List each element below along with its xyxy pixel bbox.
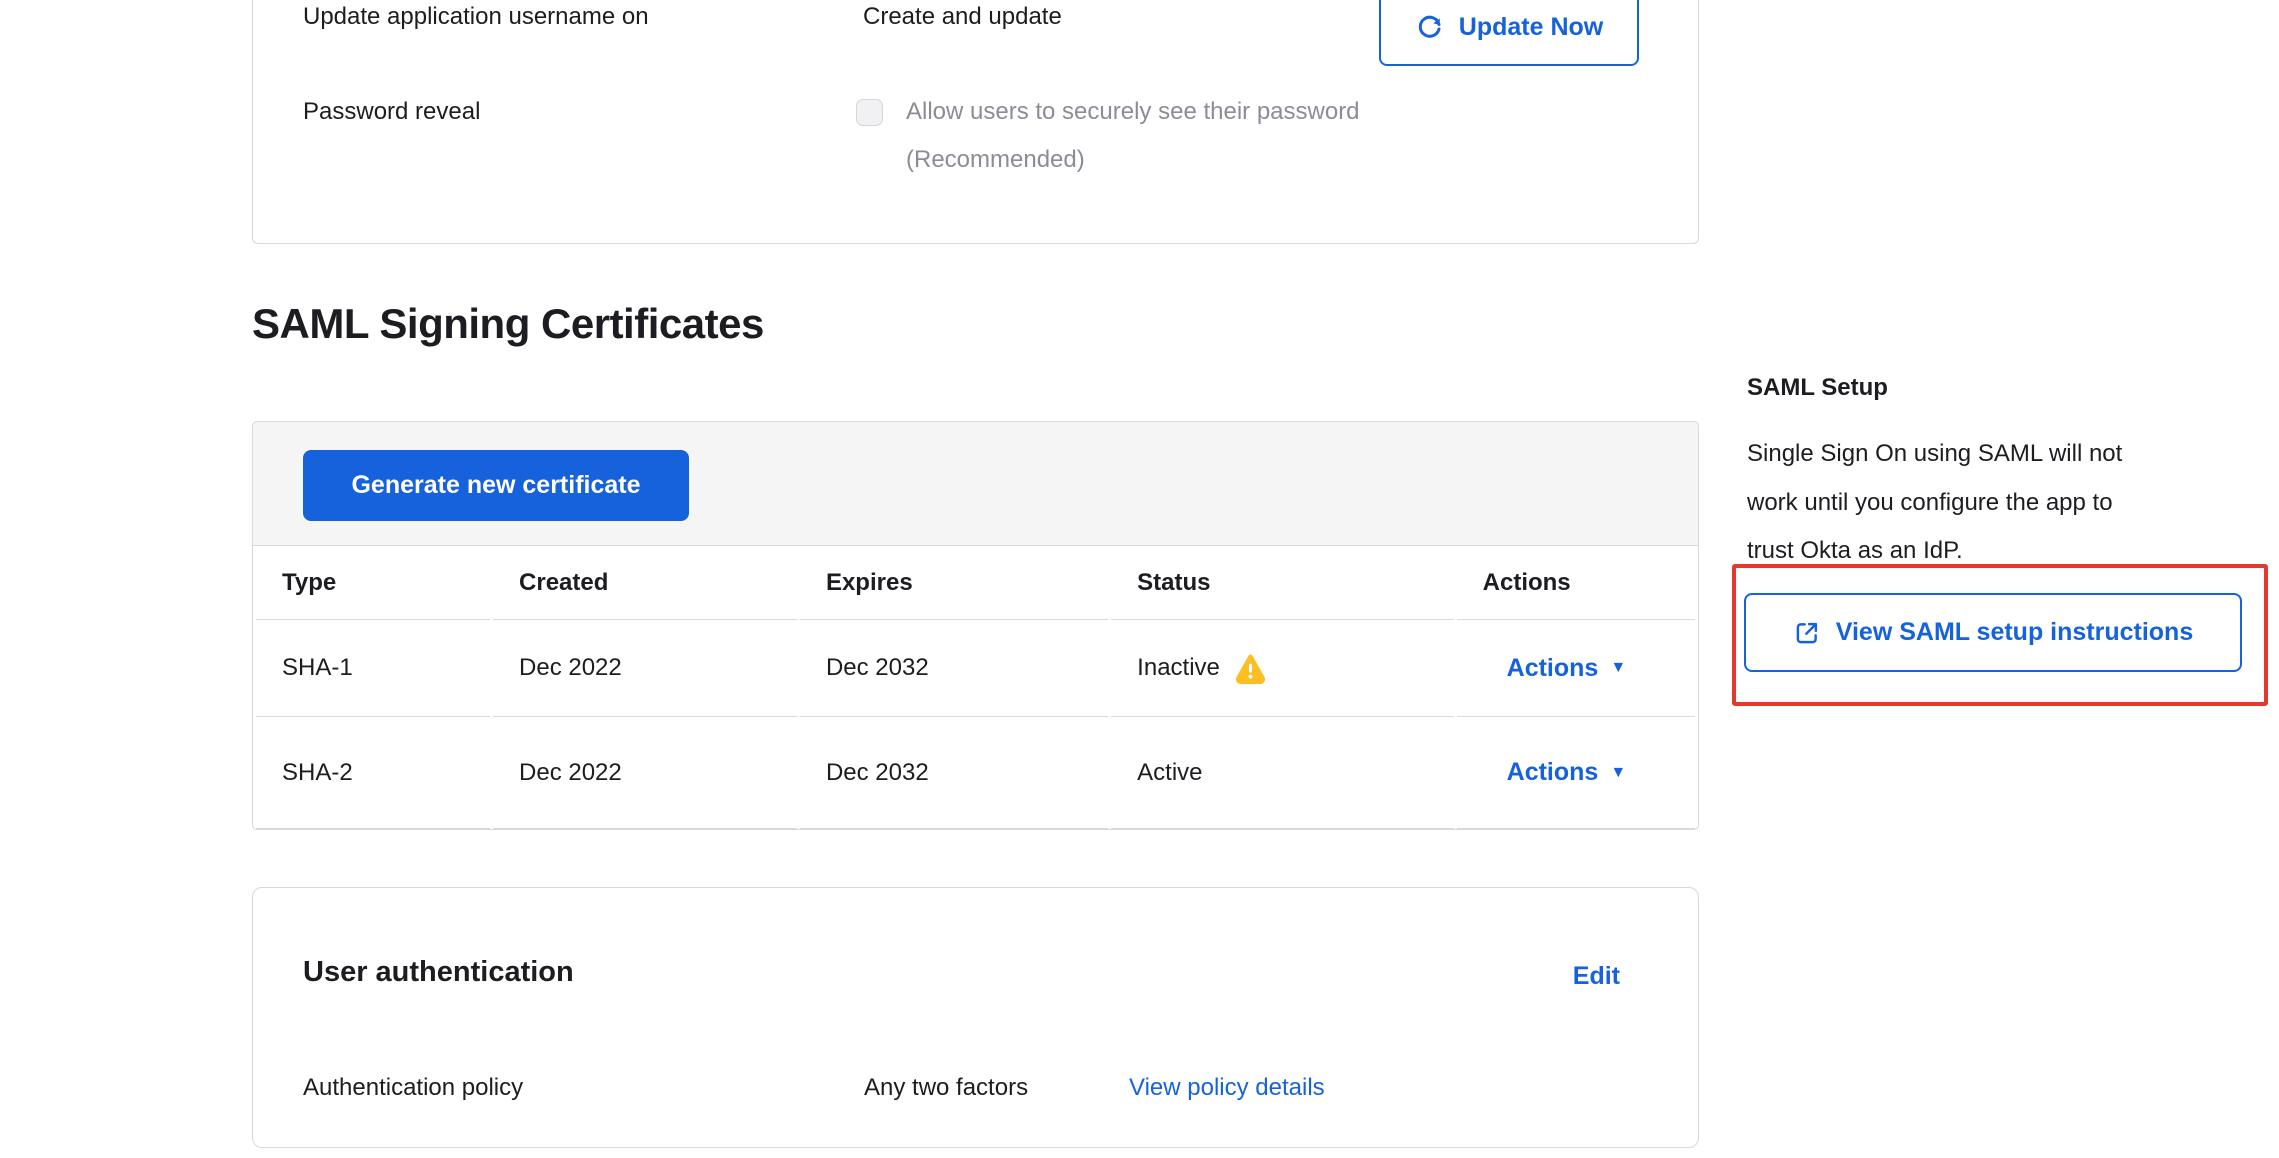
checkbox-label-line2: (Recommended) <box>906 146 1085 174</box>
section-heading: SAML Signing Certificates <box>252 300 764 348</box>
authentication-policy-label: Authentication policy <box>303 1074 523 1102</box>
update-username-label: Update application username on <box>303 3 649 31</box>
user-authentication-heading: User authentication <box>303 956 574 989</box>
cell-actions: Actions ▼ <box>1457 620 1695 717</box>
actions-menu-button[interactable]: Actions ▼ <box>1507 654 1627 683</box>
app-settings-card: Update application username on Create an… <box>252 0 1699 244</box>
view-saml-setup-instructions-label: View SAML setup instructions <box>1836 618 2193 647</box>
update-now-button[interactable]: Update Now <box>1379 0 1639 66</box>
certificates-toolbar: Generate new certificate <box>253 422 1698 546</box>
external-link-icon <box>1793 619 1821 647</box>
password-reveal-label: Password reveal <box>303 98 480 126</box>
password-reveal-checkbox[interactable] <box>856 99 883 126</box>
cell-created: Dec 2022 <box>493 717 797 829</box>
saml-setup-heading: SAML Setup <box>1747 374 1888 402</box>
actions-label: Actions <box>1507 654 1599 683</box>
caret-down-icon: ▼ <box>1610 659 1626 677</box>
col-header-actions: Actions <box>1457 546 1695 620</box>
authentication-policy-value: Any two factors <box>864 1074 1028 1102</box>
cell-status: Active <box>1111 717 1453 829</box>
cell-actions: Actions ▼ <box>1457 717 1695 829</box>
table-row: SHA-1 Dec 2022 Dec 2032 Inactive <box>256 620 1695 717</box>
page: Update application username on Create an… <box>0 0 2279 1158</box>
table-row: SHA-2 Dec 2022 Dec 2032 Active Actions ▼ <box>256 717 1695 829</box>
view-policy-details-link[interactable]: View policy details <box>1129 1074 1325 1102</box>
actions-label: Actions <box>1507 758 1599 787</box>
warning-triangle-icon <box>1234 653 1267 684</box>
saml-setup-description-line: Single Sign On using SAML will not <box>1747 439 2122 469</box>
cell-expires: Dec 2032 <box>800 717 1108 829</box>
checkbox-label-line1: Allow users to securely see their passwo… <box>906 98 1360 126</box>
actions-menu-button[interactable]: Actions ▼ <box>1507 758 1627 787</box>
edit-link[interactable]: Edit <box>1573 962 1620 991</box>
view-saml-setup-instructions-button[interactable]: View SAML setup instructions <box>1744 593 2242 672</box>
cell-type: SHA-2 <box>256 717 490 829</box>
saml-setup-description-line: work until you configure the app to <box>1747 488 2113 518</box>
col-header-type: Type <box>256 546 490 620</box>
cell-status: Inactive <box>1111 620 1453 717</box>
col-header-status: Status <box>1111 546 1453 620</box>
col-header-created: Created <box>493 546 797 620</box>
status-text: Active <box>1137 759 1202 787</box>
update-username-value: Create and update <box>863 3 1062 31</box>
cell-type: SHA-1 <box>256 620 490 717</box>
cell-created: Dec 2022 <box>493 620 797 717</box>
update-now-label: Update Now <box>1459 13 1603 42</box>
generate-certificate-button[interactable]: Generate new certificate <box>303 450 689 521</box>
cell-expires: Dec 2032 <box>800 620 1108 717</box>
certificates-table: Type Created Expires Status Actions SHA-… <box>253 546 1698 829</box>
certificates-card: Generate new certificate Type Created Ex… <box>252 421 1699 830</box>
table-header-row: Type Created Expires Status Actions <box>256 546 1695 620</box>
refresh-icon <box>1415 12 1445 42</box>
user-authentication-card: User authentication Edit Authentication … <box>252 887 1699 1148</box>
saml-setup-description-line: trust Okta as an IdP. <box>1747 536 1963 566</box>
caret-down-icon: ▼ <box>1610 764 1626 782</box>
col-header-expires: Expires <box>800 546 1108 620</box>
status-text: Inactive <box>1137 654 1220 682</box>
